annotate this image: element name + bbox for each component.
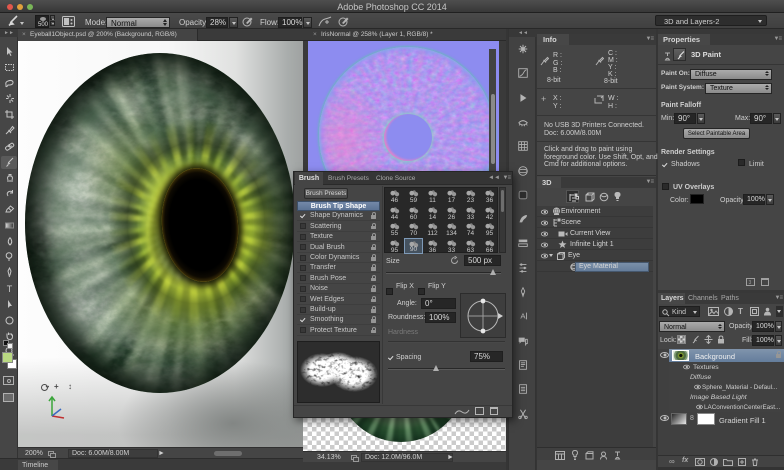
svg-text:T: T: [6, 284, 12, 294]
svg-text:A: A: [520, 312, 526, 321]
